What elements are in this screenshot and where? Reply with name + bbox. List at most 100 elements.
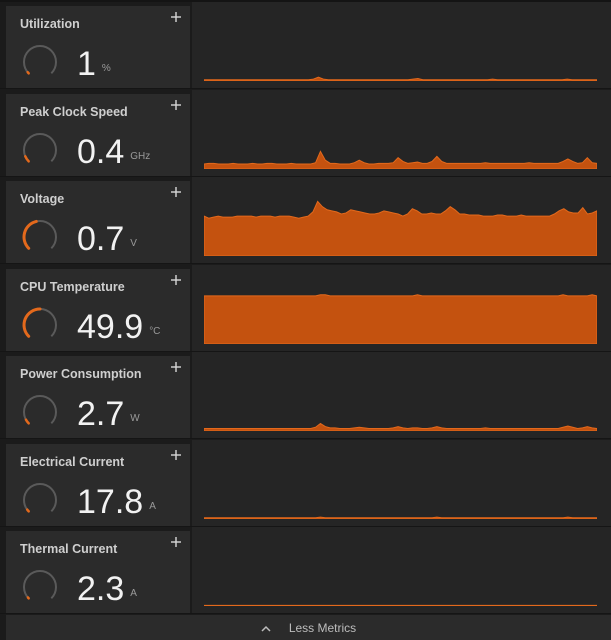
metrics-panel: Utilization 1% Peak Clock Speed 0.4 GHz Volta…: [0, 0, 611, 640]
history-chart-plot: [204, 150, 597, 169]
metric-value-group: 1%: [77, 44, 111, 89]
metric-value-group: 17.8 A: [77, 482, 156, 527]
history-area: [204, 516, 597, 519]
row-divider: [0, 613, 611, 614]
history-area: [204, 76, 597, 81]
gauge-fill: [26, 70, 30, 75]
add-metric-button[interactable]: [167, 96, 185, 114]
metric-card: Utilization 1%: [6, 6, 190, 88]
metric-card: Thermal Current 2.3 A: [6, 531, 190, 613]
metric-value: 0.7: [77, 220, 125, 258]
gauge-fill: [24, 418, 30, 425]
metric-value-group: 0.7 V: [77, 219, 137, 264]
metric-value-group: 2.3 A: [77, 569, 137, 614]
history-area: [204, 150, 597, 169]
metric-row-voltage: Voltage 0.7 V: [0, 177, 611, 264]
history-chart-plot: [204, 604, 597, 606]
metric-label: Electrical Current: [20, 455, 125, 469]
gauge-track: [23, 395, 57, 425]
gauge-icon: [22, 219, 57, 250]
gauge-icon: [23, 45, 57, 75]
history-chart: [192, 440, 611, 527]
history-chart: [192, 527, 611, 614]
less-metrics-label: Less Metrics: [288, 621, 357, 635]
row-divider: [0, 263, 611, 264]
plus-icon: [171, 362, 181, 372]
plus-icon: [171, 12, 181, 22]
less-metrics-content: Less Metrics: [261, 621, 356, 635]
row-divider: [0, 88, 611, 89]
plus-icon: [171, 450, 181, 460]
metric-value-group: 2.7 W: [77, 394, 140, 439]
history-area: [204, 294, 597, 344]
history-chart-plot: [204, 516, 597, 519]
metric-card: Peak Clock Speed 0.4 GHz: [6, 94, 190, 176]
metric-row-utilization: Utilization 1%: [0, 2, 611, 89]
metric-value: 17.8: [77, 483, 144, 521]
gauge-icon: [22, 307, 57, 338]
metric-value-group: 49.9 °C: [77, 307, 160, 352]
plus-icon: [171, 537, 181, 547]
metric-unit: A: [149, 501, 156, 512]
metric-row-peak-clock-speed: Peak Clock Speed 0.4 GHz: [0, 90, 611, 177]
gauge-fill: [24, 155, 30, 163]
plus-icon: [171, 100, 181, 110]
metric-value: 0.4: [77, 133, 125, 171]
metric-value-group: 0.4 GHz: [77, 132, 150, 177]
metric-label: Peak Clock Speed: [20, 105, 128, 119]
metric-unit: A: [130, 588, 137, 599]
gauge-track: [23, 483, 57, 513]
metric-card: Electrical Current 17.8 A: [6, 444, 190, 526]
add-metric-button[interactable]: [167, 183, 185, 201]
history-chart: [192, 265, 611, 352]
metric-card: Power Consumption 2.7 W: [6, 356, 190, 438]
history-chart-plot: [204, 76, 597, 81]
metric-unit: °C: [149, 326, 161, 337]
metric-unit: W: [130, 413, 140, 424]
plus-icon: [171, 187, 181, 197]
gauge-icon: [23, 483, 57, 513]
metric-label: Voltage: [20, 192, 65, 206]
history-chart-plot: [204, 294, 597, 344]
metric-row-power-consumption: Power Consumption 2.7 W: [0, 352, 611, 439]
history-chart: [192, 177, 611, 264]
history-chart: [192, 352, 611, 439]
metric-label: CPU Temperature: [20, 280, 125, 294]
metric-unit: GHz: [130, 151, 151, 162]
gauge-icon: [23, 395, 57, 425]
history-area: [204, 604, 597, 606]
gauge-fill: [26, 596, 30, 600]
add-metric-button[interactable]: [167, 446, 185, 464]
gauge-fill: [25, 508, 30, 513]
metric-row-thermal-current: Thermal Current 2.3 A: [0, 527, 611, 614]
metric-label: Power Consumption: [20, 367, 142, 381]
history-area: [204, 422, 597, 431]
history-area: [204, 200, 597, 256]
row-divider: [0, 438, 611, 439]
add-metric-button[interactable]: [167, 358, 185, 376]
add-metric-button[interactable]: [167, 8, 185, 26]
metric-unit: %: [101, 63, 111, 74]
less-metrics-button[interactable]: Less Metrics: [6, 615, 611, 640]
metric-label: Utilization: [20, 17, 80, 31]
gauge-track: [23, 570, 57, 600]
chevron-up-icon: [261, 625, 271, 632]
metric-value: 1: [77, 45, 96, 83]
gauge-track: [23, 133, 57, 163]
metric-row-cpu-temperature: CPU Temperature 49.9 °C: [0, 265, 611, 352]
plus-icon: [171, 275, 181, 285]
metric-unit: V: [130, 238, 137, 249]
metric-label: Thermal Current: [20, 542, 118, 556]
gauge-fill: [22, 219, 38, 250]
history-chart-plot: [204, 422, 597, 431]
gauge-icon: [23, 133, 57, 163]
gauge-fill: [22, 307, 42, 338]
add-metric-button[interactable]: [167, 271, 185, 289]
metric-value: 49.9: [77, 308, 144, 346]
metric-row-electrical-current: Electrical Current 17.8 A: [0, 440, 611, 527]
add-metric-button[interactable]: [167, 533, 185, 551]
gauge-track: [23, 45, 57, 75]
metric-value: 2.3: [77, 570, 125, 608]
history-chart: [192, 2, 611, 89]
metric-value: 2.7: [77, 395, 125, 433]
